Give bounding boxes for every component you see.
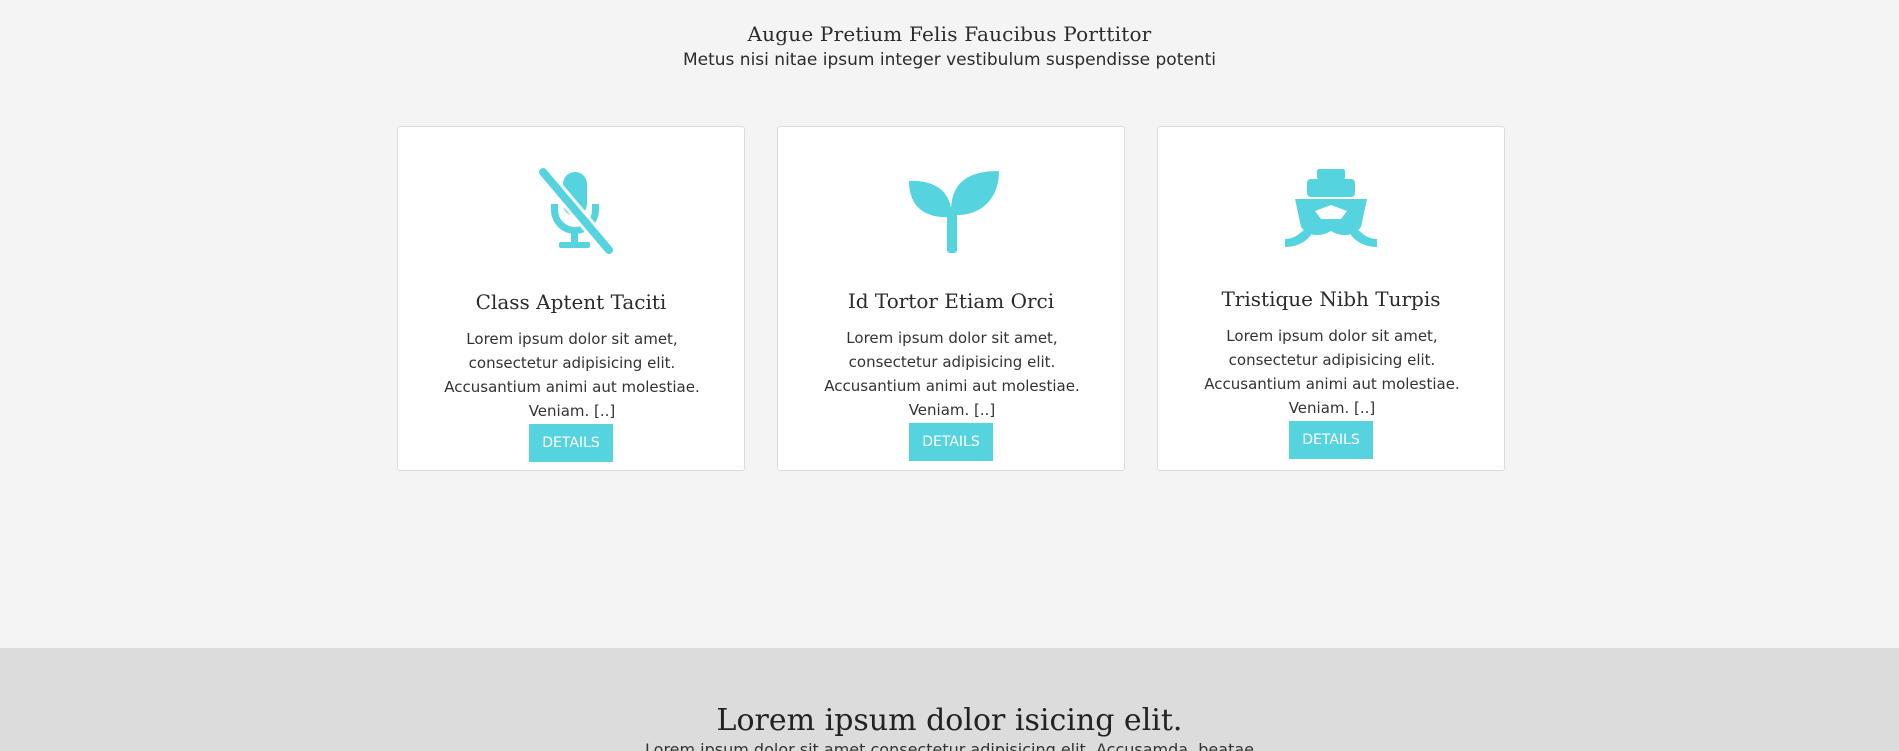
card-description: Lorem ipsum dolor sit amet, consectetur …	[1204, 327, 1460, 417]
ship-icon	[1276, 152, 1386, 262]
services-section: Augue Pretium Felis Faucibus Porttitor M…	[0, 0, 1899, 648]
card-title: Tristique Nibh Turpis	[1221, 287, 1441, 311]
intro-section: Lorem ipsum dolor isicing elit. Lorem ip…	[0, 648, 1899, 751]
details-button[interactable]: DETAILS	[529, 424, 613, 462]
services-subheading: Metus nisi nitae ipsum integer vestibulu…	[682, 50, 1216, 70]
card-description: Lorem ipsum dolor sit amet, consectetur …	[444, 330, 700, 420]
service-card: Id Tortor Etiam Orci Lorem ipsum dolor s…	[777, 126, 1125, 471]
service-card: Tristique Nibh Turpis Lorem ipsum dolor …	[1157, 126, 1505, 471]
details-button[interactable]: DETAILS	[1289, 421, 1373, 459]
details-button[interactable]: DETAILS	[909, 423, 993, 461]
intro-heading: Lorem ipsum dolor isicing elit.	[716, 703, 1183, 738]
page: Augue Pretium Felis Faucibus Porttitor M…	[0, 0, 1899, 751]
card-title: Id Tortor Etiam Orci	[847, 289, 1055, 313]
intro-subheading: Lorem ipsum dolor sit amet consectetur a…	[645, 740, 1254, 751]
card-title: Class Aptent Taciti	[475, 290, 667, 314]
microphone-slash-icon	[516, 155, 626, 265]
services-heading: Augue Pretium Felis Faucibus Porttitor	[747, 22, 1152, 46]
service-card: Class Aptent Taciti Lorem ipsum dolor si…	[397, 126, 745, 471]
seedling-icon	[896, 154, 1006, 264]
card-description: Lorem ipsum dolor sit amet, consectetur …	[824, 329, 1080, 419]
